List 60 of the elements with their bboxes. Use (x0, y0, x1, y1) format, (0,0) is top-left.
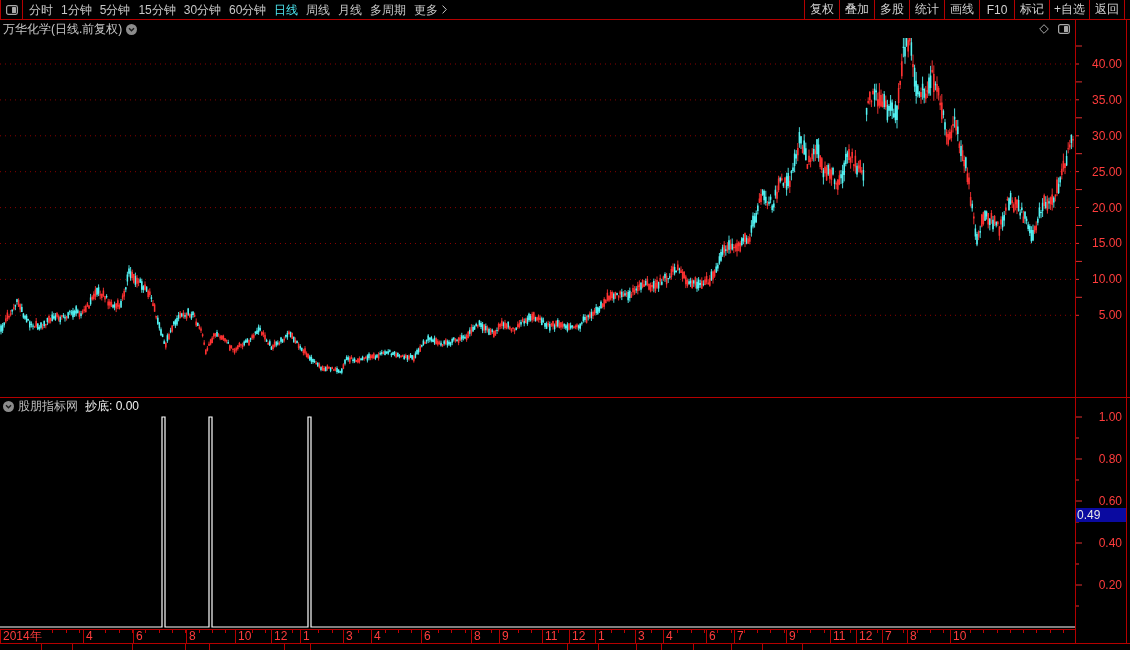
price-axis-label: 5.00 (1098, 308, 1122, 323)
time-axis-label: 3 (635, 630, 645, 643)
time-axis-label: 6 (133, 630, 143, 643)
time-axis-label: 10 (235, 630, 252, 643)
period-tab[interactable]: 15分钟 (138, 1, 176, 18)
indicator-axis-label: 0.20 (1098, 578, 1122, 592)
time-axis-label: 1 (595, 630, 605, 643)
time-axis-label: 7 (734, 630, 744, 643)
period-tab[interactable]: 分时 (29, 1, 53, 18)
chevron-right-icon (442, 5, 448, 14)
time-axis-label: 11 (830, 630, 846, 643)
panel-icon (5, 4, 18, 15)
price-axis-label: 40.00 (1091, 57, 1122, 71)
time-axis-label: 12 (856, 630, 873, 643)
period-tab[interactable]: 多周期 (370, 1, 407, 18)
time-axis-label: 4 (83, 630, 93, 643)
period-tab[interactable]: 周线 (306, 1, 331, 18)
time-axis-label: 10 (950, 630, 967, 643)
time-axis-label: 4 (371, 630, 381, 643)
price-axis-label: 35.00 (1091, 92, 1122, 107)
indicator-axis-label: 0.60 (1098, 494, 1122, 508)
time-axis-label: 11 (542, 630, 558, 643)
indicator-axis-label: 1.00 (1098, 410, 1122, 424)
more-button[interactable]: 更多 (414, 1, 448, 18)
diamond-icon[interactable] (1039, 24, 1049, 34)
time-axis-label: 6 (421, 630, 431, 643)
price-axis-label: 30.00 (1091, 128, 1122, 143)
time-axis-label: 9 (786, 630, 796, 643)
time-axis-label: 8 (907, 630, 917, 643)
price-axis-label: 20.00 (1091, 200, 1122, 215)
indicator-axis-label: 0.80 (1098, 452, 1122, 466)
time-axis-label: 6 (706, 630, 716, 643)
period-tab[interactable]: 月线 (338, 1, 363, 18)
time-axis-label: 8 (186, 630, 196, 643)
period-tab[interactable]: 日线 (274, 1, 299, 18)
cursor-value-label: 0.49 (1076, 508, 1126, 522)
price-axis-label: 15.00 (1091, 236, 1122, 251)
chart-title: 万华化学(日线.前复权) (3, 21, 123, 37)
chevron-down-icon[interactable] (3, 400, 14, 412)
indicator-readout: 抄底: 0.00 (85, 398, 140, 414)
time-axis-label: 9 (499, 630, 509, 643)
time-axis-label: 7 (882, 630, 892, 643)
price-axis-label: 25.00 (1091, 164, 1122, 179)
layout-toggle-button[interactable] (0, 0, 23, 19)
time-axis-label: 1 (300, 630, 310, 643)
time-axis-label: 12 (271, 630, 288, 643)
time-axis-label: 8 (471, 630, 481, 643)
chevron-down-icon[interactable] (126, 23, 138, 35)
price-axis-label: 10.00 (1091, 272, 1122, 287)
period-tab[interactable]: 60分钟 (229, 1, 267, 18)
panel-icon[interactable] (1058, 24, 1070, 34)
time-axis-label: 12 (569, 630, 586, 643)
period-tab[interactable]: 30分钟 (183, 1, 222, 18)
indicator-name: 股朋指标网 (18, 398, 78, 414)
time-axis-label: 2014年 (0, 630, 42, 643)
time-axis-label: 4 (663, 630, 673, 643)
time-axis-label: 3 (343, 630, 353, 643)
period-tab[interactable]: 5分钟 (99, 1, 131, 18)
indicator-axis-label: 0.40 (1098, 536, 1122, 550)
period-tab[interactable]: 1分钟 (61, 1, 92, 18)
